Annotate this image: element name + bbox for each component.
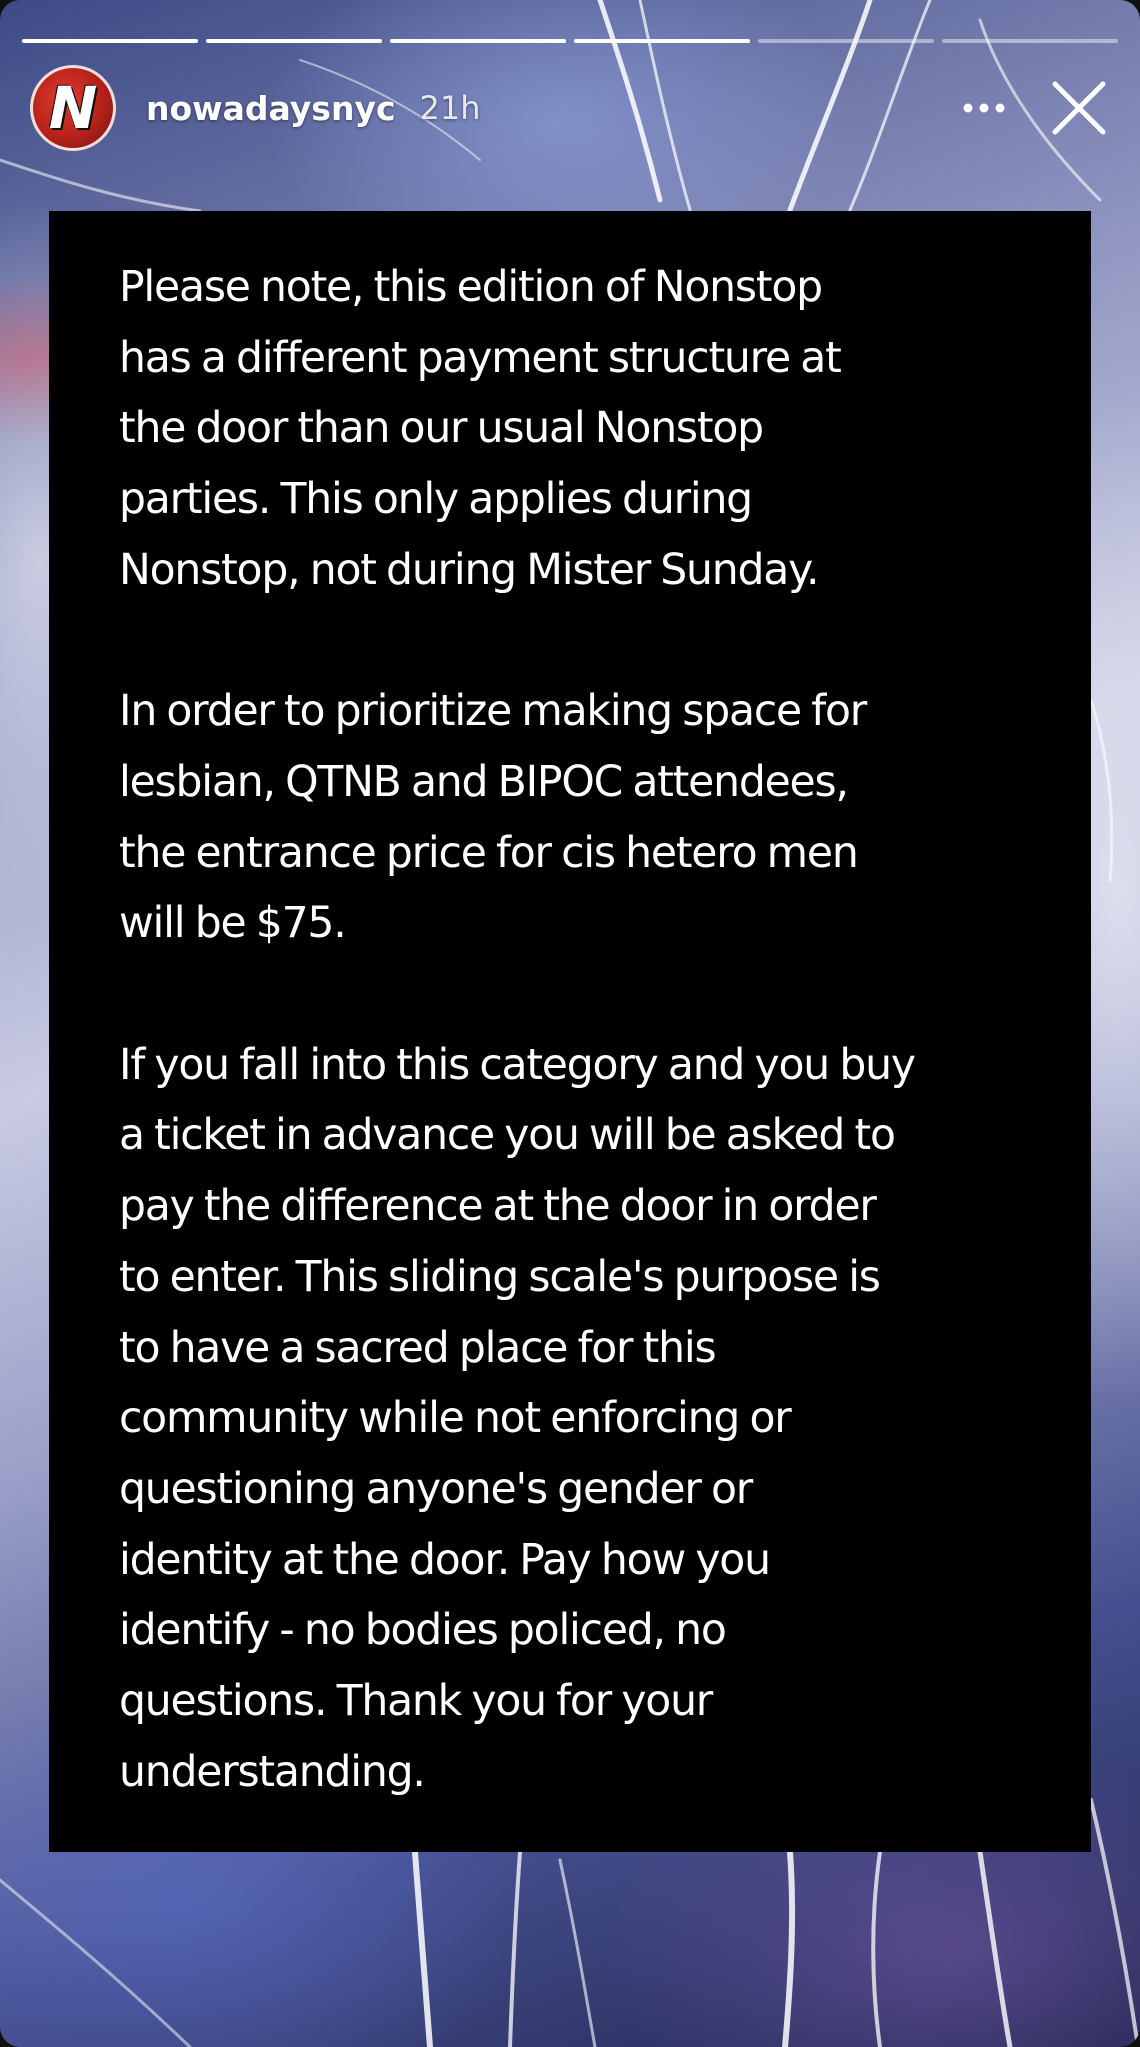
avatar[interactable]: N <box>30 65 116 151</box>
timestamp: 21h <box>419 89 481 127</box>
notice-line: the door than our usual Nonstop <box>119 404 764 454</box>
progress-segment <box>390 39 566 43</box>
notice-line: understanding. <box>119 1747 426 1797</box>
notice-line: parties. This only applies during <box>119 475 753 525</box>
notice-line: lesbian, QTNB and BIPOC attendees, <box>119 757 849 807</box>
progress-segment <box>206 39 382 43</box>
story-header: N nowadaysnyc 21h <box>30 62 1110 154</box>
notice-line: will be $75. <box>119 899 347 949</box>
notice-line: to have a sacred place for this <box>119 1323 717 1373</box>
close-icon <box>1052 81 1106 135</box>
notice-text: Please note, this edition of Nonstop has … <box>119 253 1079 1808</box>
notice-paragraph: In order to prioritize making space for l… <box>119 677 1079 960</box>
close-button[interactable] <box>1048 77 1110 139</box>
progress-segment-fill <box>574 39 750 43</box>
progress-segment <box>574 39 750 43</box>
avatar-logo-letter: N <box>48 74 98 142</box>
notice-line: a ticket in advance you will be asked to <box>119 1111 896 1161</box>
progress-segment-fill <box>22 39 198 43</box>
progress-segment <box>942 39 1118 43</box>
progress-segment <box>22 39 198 43</box>
notice-paragraph: Please note, this edition of Nonstop has … <box>119 253 1079 607</box>
notice-line: identify - no bodies policed, no <box>119 1606 727 1656</box>
progress-segment <box>758 39 934 43</box>
more-options-icon <box>963 103 1005 113</box>
story-viewer[interactable]: N nowadaysnyc 21h Please note, this edit… <box>0 0 1140 2047</box>
story-progress-bar <box>22 39 1118 43</box>
progress-segment-fill <box>390 39 566 43</box>
notice-line: has a different payment structure at <box>119 333 842 383</box>
notice-line: questions. Thank you for your <box>119 1677 713 1727</box>
notice-line: questioning anyone's gender or <box>119 1464 753 1514</box>
notice-line: to enter. This sliding scale's purpose i… <box>119 1252 881 1302</box>
progress-segment-fill <box>206 39 382 43</box>
notice-line: In order to prioritize making space for <box>119 687 867 737</box>
notice-line: pay the difference at the door in order <box>119 1182 877 1232</box>
username[interactable]: nowadaysnyc <box>146 89 396 128</box>
more-options-button[interactable] <box>954 78 1014 138</box>
notice-line: If you fall into this category and you b… <box>119 1040 916 1090</box>
notice-line: Please note, this edition of Nonstop <box>119 263 823 312</box>
notice-line: community while not enforcing or <box>119 1394 792 1444</box>
story-text-card: Please note, this edition of Nonstop has … <box>49 211 1091 1852</box>
notice-line: the entrance price for cis hetero men <box>119 828 859 878</box>
notice-line: identity at the door. Pay how you <box>119 1535 771 1585</box>
notice-line: Nonstop, not during Mister Sunday. <box>119 545 820 595</box>
notice-paragraph: If you fall into this category and you b… <box>119 1031 1079 1809</box>
